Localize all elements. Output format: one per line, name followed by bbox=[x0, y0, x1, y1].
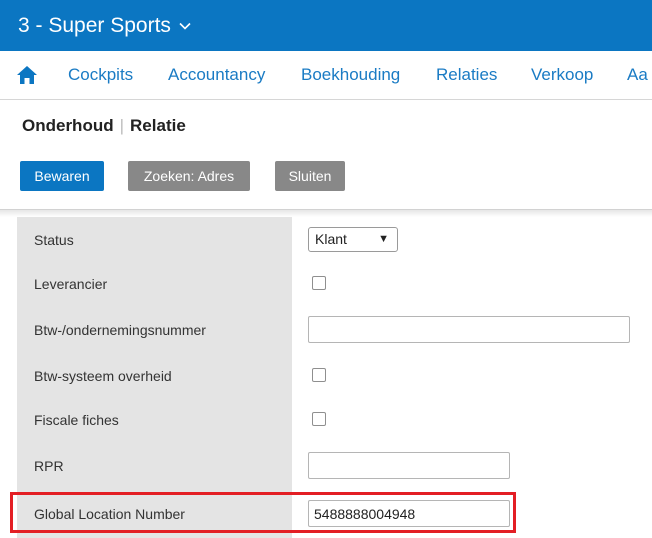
toolbar-divider bbox=[0, 209, 652, 217]
close-button[interactable]: Sluiten bbox=[275, 161, 345, 191]
rpr-label: RPR bbox=[34, 458, 64, 474]
nav-item-cockpits[interactable]: Cockpits bbox=[68, 65, 133, 85]
btw-nummer-label: Btw-/ondernemingsnummer bbox=[34, 322, 206, 338]
nav-item-boekhouding[interactable]: Boekhouding bbox=[301, 65, 400, 85]
save-button[interactable]: Bewaren bbox=[20, 161, 104, 191]
page-title-section: Onderhoud bbox=[22, 116, 114, 135]
top-bar: 3 - Super Sports bbox=[0, 0, 652, 51]
search-address-button[interactable]: Zoeken: Adres bbox=[128, 161, 250, 191]
status-value: Klant bbox=[315, 231, 347, 247]
status-select[interactable]: Klant ▼ bbox=[308, 227, 398, 252]
main-nav: Cockpits Accountancy Boekhouding Relatie… bbox=[0, 51, 652, 100]
fiscale-fiches-checkbox[interactable] bbox=[312, 412, 326, 426]
leverancier-label: Leverancier bbox=[34, 276, 108, 292]
nav-item-verkoop[interactable]: Verkoop bbox=[531, 65, 593, 85]
nav-item-accountancy[interactable]: Accountancy bbox=[168, 65, 265, 85]
gln-input[interactable] bbox=[308, 500, 510, 527]
page-title: Onderhoud | Relatie bbox=[22, 116, 186, 136]
dropdown-arrow-icon: ▼ bbox=[378, 233, 389, 245]
btw-systeem-label: Btw-systeem overheid bbox=[34, 368, 172, 384]
company-name: 3 - Super Sports bbox=[18, 14, 171, 37]
btw-systeem-checkbox[interactable] bbox=[312, 368, 326, 382]
chevron-down-icon bbox=[179, 22, 191, 30]
nav-item-relaties[interactable]: Relaties bbox=[436, 65, 497, 85]
page-title-separator: | bbox=[119, 116, 125, 135]
company-selector[interactable]: 3 - Super Sports bbox=[18, 15, 191, 36]
nav-item-truncated[interactable]: Aa bbox=[627, 65, 648, 85]
leverancier-checkbox[interactable] bbox=[312, 276, 326, 290]
rpr-input[interactable] bbox=[308, 452, 510, 479]
page: 3 - Super Sports Cockpits Accountancy Bo… bbox=[0, 0, 652, 538]
btw-nummer-input[interactable] bbox=[308, 316, 630, 343]
gln-label: Global Location Number bbox=[34, 506, 185, 522]
fiscale-fiches-label: Fiscale fiches bbox=[34, 412, 119, 428]
page-title-entity: Relatie bbox=[130, 116, 186, 135]
home-icon[interactable] bbox=[16, 64, 38, 86]
status-label: Status bbox=[34, 232, 74, 248]
